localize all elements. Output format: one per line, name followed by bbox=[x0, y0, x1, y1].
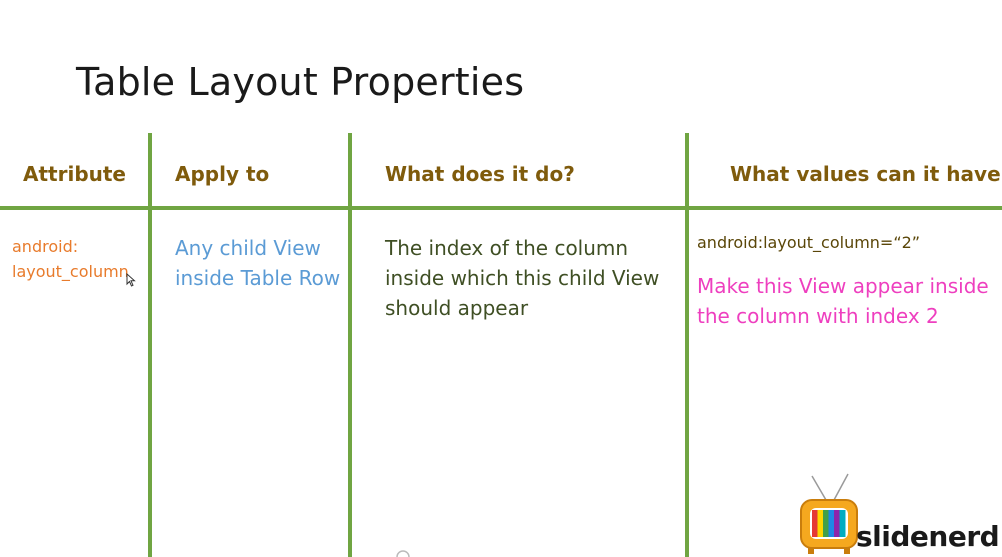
attribute-line: layout_column bbox=[12, 262, 129, 281]
cell-attribute: android: layout_column bbox=[12, 234, 129, 284]
what-it-does-line: should appear bbox=[385, 296, 529, 320]
attribute-line: android: bbox=[12, 237, 79, 256]
mouse-cursor-icon bbox=[126, 273, 136, 287]
what-it-does-line: The index of the column bbox=[385, 236, 629, 260]
cell-value-description: Make this View appear inside the column … bbox=[697, 271, 989, 331]
apply-to-line: Any child View bbox=[175, 236, 321, 260]
value-description-line: the column with index 2 bbox=[697, 304, 939, 328]
table-header-attribute: Attribute bbox=[23, 162, 126, 186]
table-header-values: What values can it have? bbox=[730, 162, 1002, 186]
apply-to-line: inside Table Row bbox=[175, 266, 341, 290]
table-header-apply-to: Apply to bbox=[175, 162, 270, 186]
loading-spinner-icon bbox=[396, 550, 410, 557]
table-header-what-does-it-do: What does it do? bbox=[385, 162, 575, 186]
cell-apply-to: Any child View inside Table Row bbox=[175, 233, 340, 293]
slide-title: Table Layout Properties bbox=[76, 60, 525, 104]
column-divider-1 bbox=[148, 133, 152, 557]
cell-value-example: android:layout_column=“2” bbox=[697, 233, 921, 252]
column-divider-2 bbox=[348, 133, 352, 557]
value-description-line: Make this View appear inside bbox=[697, 274, 989, 298]
column-divider-3 bbox=[685, 133, 689, 557]
cell-what-it-does: The index of the column inside which thi… bbox=[385, 233, 659, 323]
logo-text: slidenerd bbox=[856, 520, 1000, 553]
slidenerd-logo: slidenerd bbox=[798, 472, 1002, 557]
what-it-does-line: inside which this child View bbox=[385, 266, 660, 290]
